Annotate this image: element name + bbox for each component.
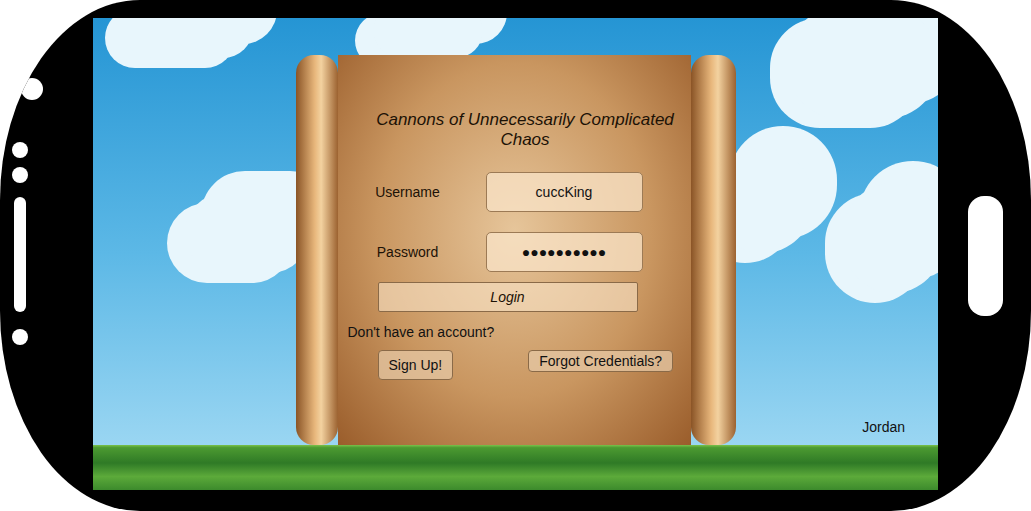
left-bezel xyxy=(0,0,93,511)
screen: Cannons of Unnecessarily Complicated Cha… xyxy=(93,18,938,490)
parchment-scroll: Cannons of Unnecessarily Complicated Cha… xyxy=(296,55,736,445)
login-button[interactable]: Login xyxy=(378,282,638,312)
cloud xyxy=(185,193,310,273)
speaker-icon xyxy=(14,197,26,312)
sensor-icon xyxy=(12,329,28,345)
sensor-icon xyxy=(12,142,28,158)
field-label: Username xyxy=(348,184,468,200)
form-row: Username cuccKing xyxy=(348,172,643,212)
text-field[interactable]: ●●●●●●●●●● xyxy=(486,232,643,272)
home-button[interactable] xyxy=(968,196,1003,316)
cloud xyxy=(373,18,483,58)
right-bezel xyxy=(938,0,1031,511)
author-label: Jordan xyxy=(862,419,905,435)
sky: Cannons of Unnecessarily Complicated Cha… xyxy=(93,18,938,445)
sensor-icon xyxy=(12,167,28,183)
field-label: Password xyxy=(348,244,468,260)
form-row: Password ●●●●●●●●●● xyxy=(348,232,643,272)
text-field[interactable]: cuccKing xyxy=(486,172,643,212)
phone-frame: Cannons of Unnecessarily Complicated Cha… xyxy=(0,0,1031,511)
game-title: Cannons of Unnecessarily Complicated Cha… xyxy=(348,110,683,150)
cloud xyxy=(843,183,938,293)
action-row: Sign Up! Forgot Credentials? xyxy=(378,350,674,380)
signup-prompt: Don't have an account? xyxy=(348,324,495,340)
camera-icon xyxy=(21,78,43,100)
action-button[interactable]: Sign Up! xyxy=(378,350,454,380)
scroll-roll xyxy=(691,55,736,445)
scroll-roll xyxy=(296,55,338,445)
grass xyxy=(93,445,938,490)
action-button[interactable]: Forgot Credentials? xyxy=(528,350,673,372)
cloud xyxy=(788,18,938,118)
login-panel: Cannons of Unnecessarily Complicated Cha… xyxy=(338,55,691,445)
cloud xyxy=(123,18,253,58)
